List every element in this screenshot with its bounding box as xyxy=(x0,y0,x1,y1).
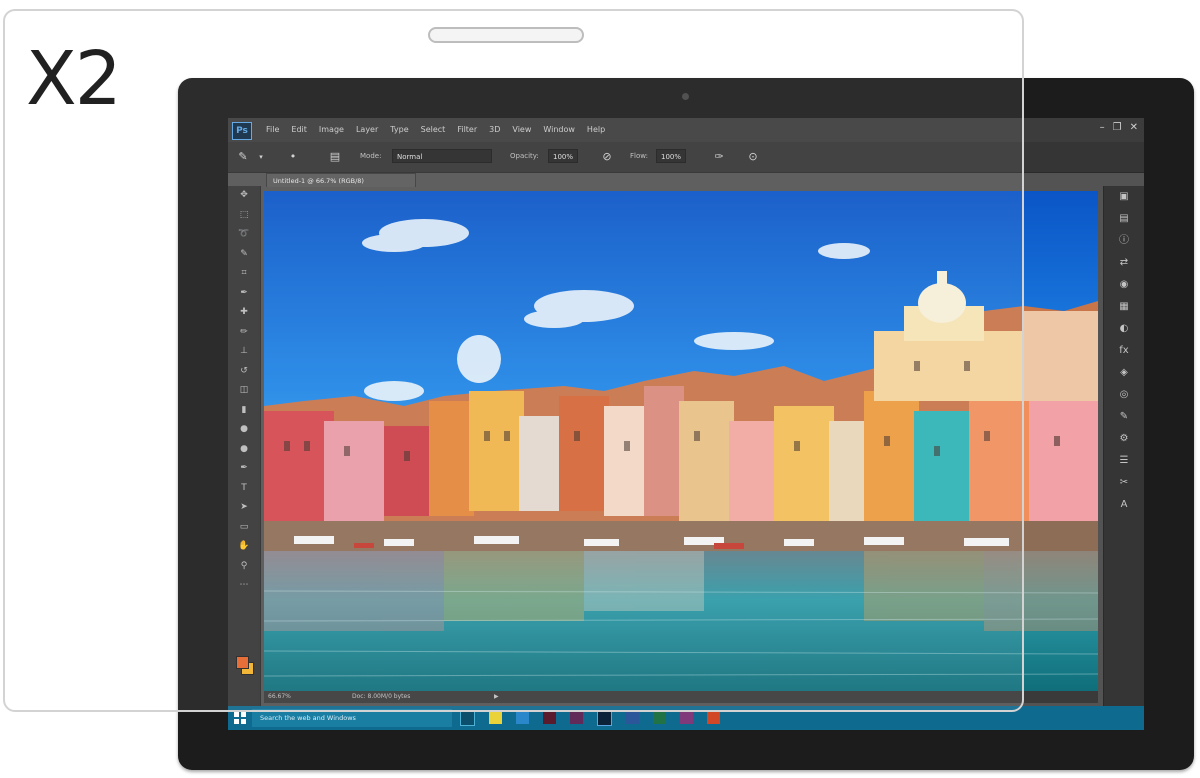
brush-panel-icon[interactable]: ▤ xyxy=(328,150,342,164)
restore-icon[interactable]: ❐ xyxy=(1113,122,1122,133)
dodge-tool-icon[interactable]: ● xyxy=(228,440,260,460)
powerpoint-icon[interactable] xyxy=(707,711,720,724)
status-arrow-icon[interactable]: ▶ xyxy=(494,691,499,703)
app-icon-1[interactable] xyxy=(543,711,556,724)
styles-icon[interactable]: fx xyxy=(1104,340,1144,362)
store-icon[interactable] xyxy=(516,711,529,724)
chevron-down-icon[interactable]: ▾ xyxy=(254,150,268,164)
brush-size-icon[interactable]: • xyxy=(286,150,300,164)
paths-icon[interactable]: ✎ xyxy=(1104,406,1144,428)
menu-edit[interactable]: Edit xyxy=(291,125,307,134)
panel-dock: ▣ ▤ ⓘ ⇄ ◉ ▦ ◐ fx ◈ ◎ ✎ ⚙ ☰ ✂ A xyxy=(1103,186,1144,706)
windows-start-icon[interactable] xyxy=(234,712,246,724)
document-tab[interactable]: Untitled-1 @ 66.7% (RGB/8) xyxy=(266,173,416,187)
menu-image[interactable]: Image xyxy=(319,125,344,134)
tool-presets-icon[interactable]: ✂ xyxy=(1104,472,1144,494)
settings-icon[interactable]: ⚙ xyxy=(1104,428,1144,450)
gradient-tool-icon[interactable]: ▮ xyxy=(228,401,260,421)
tablet-screen: Ps File Edit Image Layer Type Select Fil… xyxy=(228,118,1144,730)
healing-tool-icon[interactable]: ✚ xyxy=(228,303,260,323)
airbrush-icon[interactable]: ✑ xyxy=(712,150,726,164)
close-icon[interactable]: ✕ xyxy=(1130,122,1138,133)
quick-select-tool-icon[interactable]: ✎ xyxy=(228,245,260,265)
flow-input[interactable]: 100% xyxy=(656,149,686,163)
excel-icon[interactable] xyxy=(653,711,666,724)
info-icon[interactable]: ⓘ xyxy=(1104,230,1144,252)
color-icon[interactable]: ◉ xyxy=(1104,274,1144,296)
history-icon[interactable]: ▣ xyxy=(1104,186,1144,208)
word-icon[interactable] xyxy=(626,711,639,724)
move-tool-icon[interactable]: ✥ xyxy=(228,186,260,206)
menu-window[interactable]: Window xyxy=(543,125,575,134)
photoshop-logo: Ps xyxy=(232,122,252,140)
swatches-icon[interactable]: ▦ xyxy=(1104,296,1144,318)
eraser-tool-icon[interactable]: ◫ xyxy=(228,381,260,401)
opacity-input[interactable]: 100% xyxy=(548,149,578,163)
clone-stamp-tool-icon[interactable]: ⊥ xyxy=(228,342,260,362)
photoshop-taskbar-icon[interactable] xyxy=(597,711,612,726)
app-icon-2[interactable] xyxy=(570,711,583,724)
file-explorer-icon[interactable] xyxy=(489,711,502,724)
flow-label: Flow: xyxy=(630,152,648,160)
brush-tool-icon[interactable]: ✏ xyxy=(228,323,260,343)
canvas-image[interactable] xyxy=(264,191,1098,691)
document-info: Doc: 8.00M/0 bytes xyxy=(352,693,411,700)
zoom-tool-icon[interactable]: ⚲ xyxy=(228,557,260,577)
menu-select[interactable]: Select xyxy=(421,125,446,134)
tools-panel: ✥ ⬚ ➰ ✎ ⌗ ✒ ✚ ✏ ⊥ ↺ ◫ ▮ ● ● ✒ T ➤ ▭ ✋ ⚲ … xyxy=(228,186,261,706)
menu-layer[interactable]: Layer xyxy=(356,125,378,134)
crop-tool-icon[interactable]: ⌗ xyxy=(228,264,260,284)
brush-presets-icon[interactable]: ☰ xyxy=(1104,450,1144,472)
menu-help[interactable]: Help xyxy=(587,125,605,134)
history-brush-tool-icon[interactable]: ↺ xyxy=(228,362,260,382)
layers-icon[interactable]: ◈ xyxy=(1104,362,1144,384)
front-camera xyxy=(682,93,689,100)
lasso-tool-icon[interactable]: ➰ xyxy=(228,225,260,245)
menu-3d[interactable]: 3D xyxy=(489,125,500,134)
options-bar: ✎ ▾ • ▤ Mode: Normal Opacity: 100% ⊘ Flo… xyxy=(228,142,1144,173)
mode-select[interactable]: Normal xyxy=(392,149,492,163)
menu-view[interactable]: View xyxy=(512,125,531,134)
type-tool-icon[interactable]: T xyxy=(228,479,260,499)
menu-filter[interactable]: Filter xyxy=(457,125,477,134)
path-select-tool-icon[interactable]: ➤ xyxy=(228,498,260,518)
status-bar: 66.67% Doc: 8.00M/0 bytes ▶ xyxy=(264,691,1098,703)
task-view-icon[interactable] xyxy=(460,711,475,726)
menu-file[interactable]: File xyxy=(266,125,279,134)
blur-tool-icon[interactable]: ● xyxy=(228,420,260,440)
minimize-icon[interactable]: – xyxy=(1100,122,1105,133)
hand-tool-icon[interactable]: ✋ xyxy=(228,537,260,557)
opacity-label: Opacity: xyxy=(510,152,539,160)
menu-bar: Ps File Edit Image Layer Type Select Fil… xyxy=(228,118,1144,142)
eyedropper-tool-icon[interactable]: ✒ xyxy=(228,284,260,304)
screen-protector-pull-tab xyxy=(428,27,584,43)
more-tools-icon[interactable]: ⋯ xyxy=(228,576,260,596)
menu-items: File Edit Image Layer Type Select Filter… xyxy=(266,125,605,134)
brush-tool-icon[interactable]: ✎ xyxy=(236,150,250,164)
adjustments-icon[interactable]: ◐ xyxy=(1104,318,1144,340)
windows-taskbar: Search the web and Windows xyxy=(228,706,1144,730)
mode-label: Mode: xyxy=(360,152,382,160)
window-controls: – ❐ ✕ xyxy=(1100,122,1138,133)
foreground-color-swatch[interactable] xyxy=(236,656,249,669)
channels-icon[interactable]: ◎ xyxy=(1104,384,1144,406)
taskbar-apps xyxy=(460,711,720,726)
character-icon[interactable]: A xyxy=(1104,494,1144,516)
properties-icon[interactable]: ▤ xyxy=(1104,208,1144,230)
pressure-size-icon[interactable]: ⊙ xyxy=(746,150,760,164)
product-quantity-label: X2 xyxy=(26,36,122,122)
onenote-icon[interactable] xyxy=(680,711,693,724)
pressure-opacity-icon[interactable]: ⊘ xyxy=(600,150,614,164)
swap-icon[interactable]: ⇄ xyxy=(1104,252,1144,274)
menu-type[interactable]: Type xyxy=(390,125,408,134)
zoom-level[interactable]: 66.67% xyxy=(268,691,291,703)
taskbar-search-box[interactable]: Search the web and Windows xyxy=(252,709,452,727)
marquee-tool-icon[interactable]: ⬚ xyxy=(228,206,260,226)
shape-tool-icon[interactable]: ▭ xyxy=(228,518,260,538)
pen-tool-icon[interactable]: ✒ xyxy=(228,459,260,479)
